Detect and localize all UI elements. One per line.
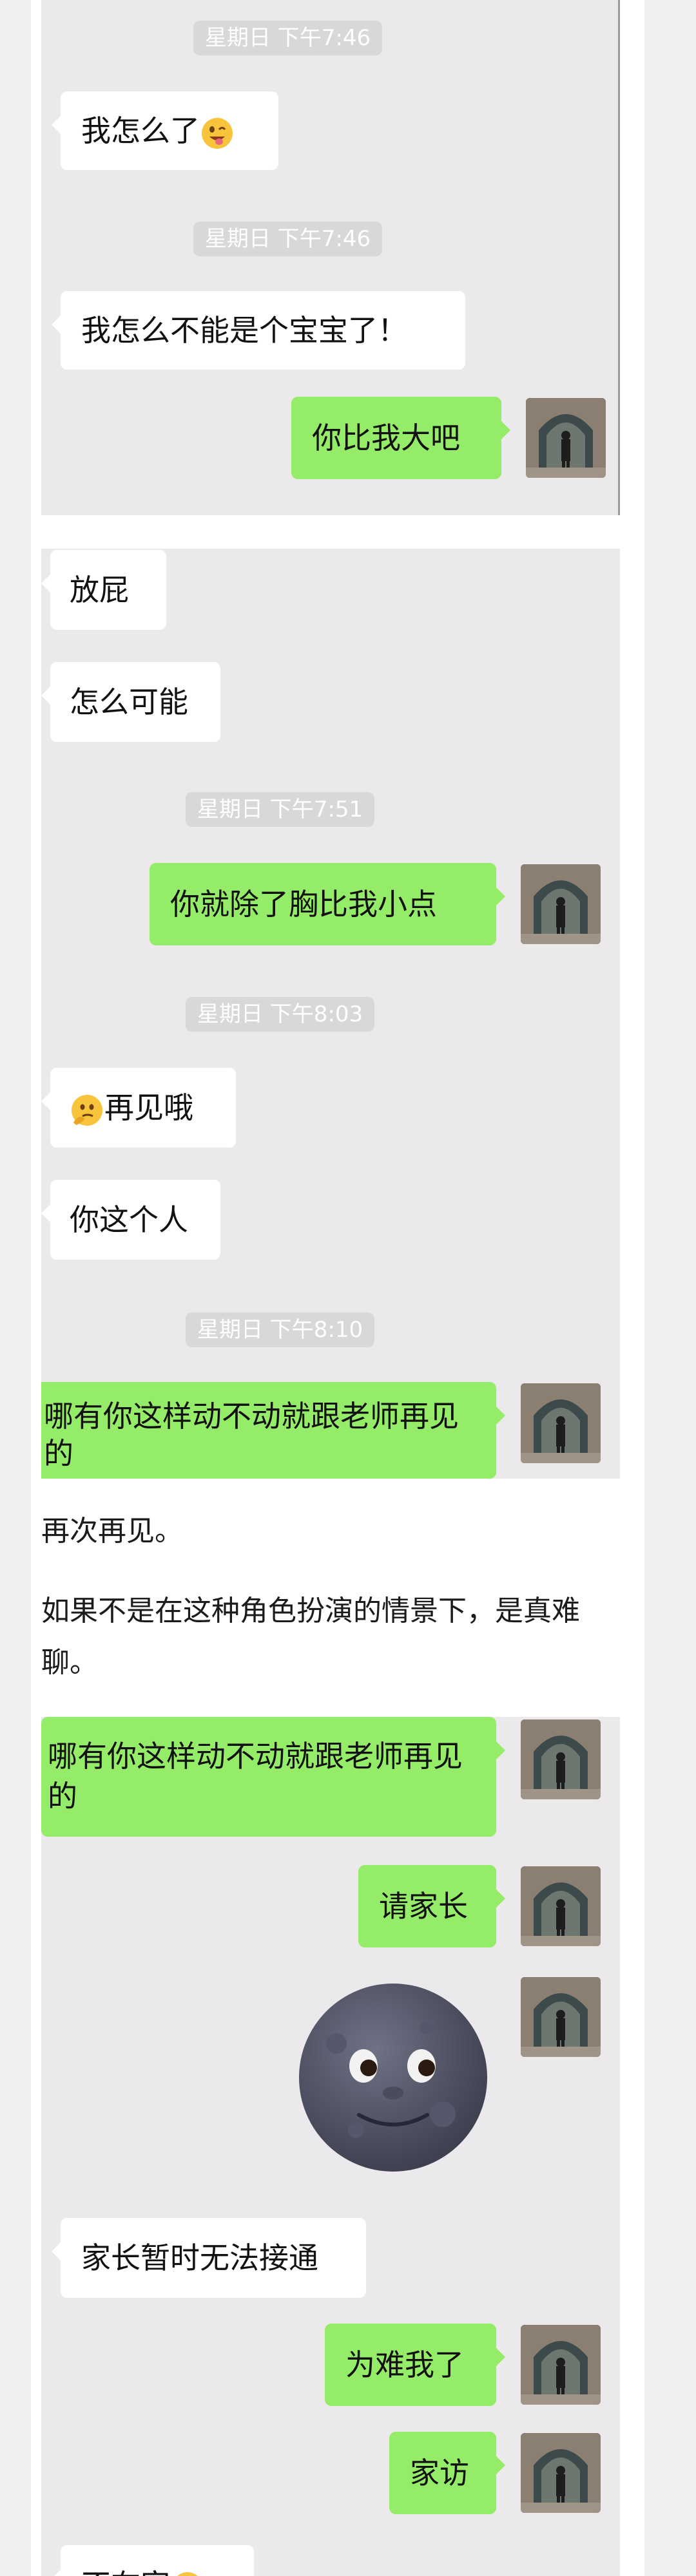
message-bubble-received: 再见哦: [41, 1068, 236, 1148]
avatar[interactable]: [526, 398, 606, 478]
avatar[interactable]: [521, 2325, 601, 2405]
message-bubble-received: 你这个人: [41, 1180, 220, 1260]
message-text: 家长暂时无法接通: [81, 2240, 318, 2275]
avatar[interactable]: [521, 1977, 601, 2057]
avatar[interactable]: [521, 1383, 601, 1463]
message-bubble-sent: 请家长: [358, 1865, 505, 1947]
avatar[interactable]: [521, 2433, 601, 2513]
chat-screenshot-1: 星期日 下午7:46 我怎么了 星期日 下午7:46 我怎么不能是个宝宝了！ 你…: [41, 0, 620, 515]
message-text: 哪有你这样动不动就跟老师再见的: [48, 1739, 463, 1814]
message-bubble-sent: 哪有你这样动不动就跟老师再见的: [41, 1717, 505, 1837]
message-bubble-received: 我怎么了: [52, 91, 278, 170]
message-bubble-sent: 家访: [389, 2432, 505, 2514]
message-text: 不在家: [81, 2568, 170, 2576]
timestamp: 星期日 下午8:10: [186, 1312, 375, 1347]
message-text: 请家长: [379, 1889, 468, 1924]
message-text: 你就除了胸比我小点: [170, 887, 437, 922]
message-bubble-received: 我怎么不能是个宝宝了！: [52, 291, 465, 370]
timestamp: 星期日 下午7:51: [186, 792, 375, 827]
avatar[interactable]: [521, 1719, 601, 1799]
message-bubble-received: 家长暂时无法接通: [52, 2218, 366, 2298]
message-text: 再见哦: [104, 1090, 193, 1125]
article-paragraph: 再次再见。: [41, 1515, 183, 1548]
chat-screenshot-3: 哪有你这样动不动就跟老师再见的 请家长 家长暂时无法接通 为难我了 家访: [41, 1717, 620, 2576]
message-bubble-sent: 哪有你这样动不动就跟老师再见的: [41, 1382, 505, 1479]
new-moon-face-sticker: [299, 1984, 487, 2172]
message-text: 你这个人: [70, 1202, 188, 1237]
message-text: 家访: [410, 2456, 469, 2490]
message-text: 你比我大吧: [312, 421, 460, 455]
avatar[interactable]: [521, 1866, 601, 1946]
message-bubble-sent: 你比我大吧: [291, 397, 510, 479]
message-text: 怎么可能: [70, 685, 188, 719]
message-text: 我怎么不能是个宝宝了！: [81, 313, 407, 348]
chat-screenshot-2: 放屁 怎么可能 星期日 下午7:51 你就除了胸比我小点 星期日 下午8:03 …: [41, 549, 620, 1479]
avatar[interactable]: [521, 864, 601, 944]
message-bubble-sent: 为难我了: [325, 2324, 505, 2406]
message-bubble-sent: 你就除了胸比我小点: [150, 863, 505, 945]
thinking-face-emoji: [72, 1094, 102, 1126]
article-paragraph: 如果不是在这种角色扮演的情景下，是真难聊。: [41, 1595, 580, 1679]
drooling-face-emoji: [202, 117, 233, 149]
thinking-face-emoji: [177, 2571, 198, 2576]
message-text: 哪有你这样动不动就跟老师再见的: [44, 1399, 459, 1471]
timestamp: 星期日 下午7:46: [193, 21, 383, 55]
timestamp: 星期日 下午8:03: [186, 997, 375, 1032]
divider: [618, 0, 620, 515]
message-bubble-received: 怎么可能: [41, 662, 220, 742]
message-text: 我怎么了: [81, 113, 200, 148]
message-bubble-received: 放屁: [41, 550, 166, 630]
message-bubble-received: 不在家: [52, 2545, 254, 2576]
message-text: 为难我了: [345, 2347, 464, 2382]
timestamp: 星期日 下午7:46: [193, 222, 383, 256]
message-text: 放屁: [70, 573, 129, 607]
